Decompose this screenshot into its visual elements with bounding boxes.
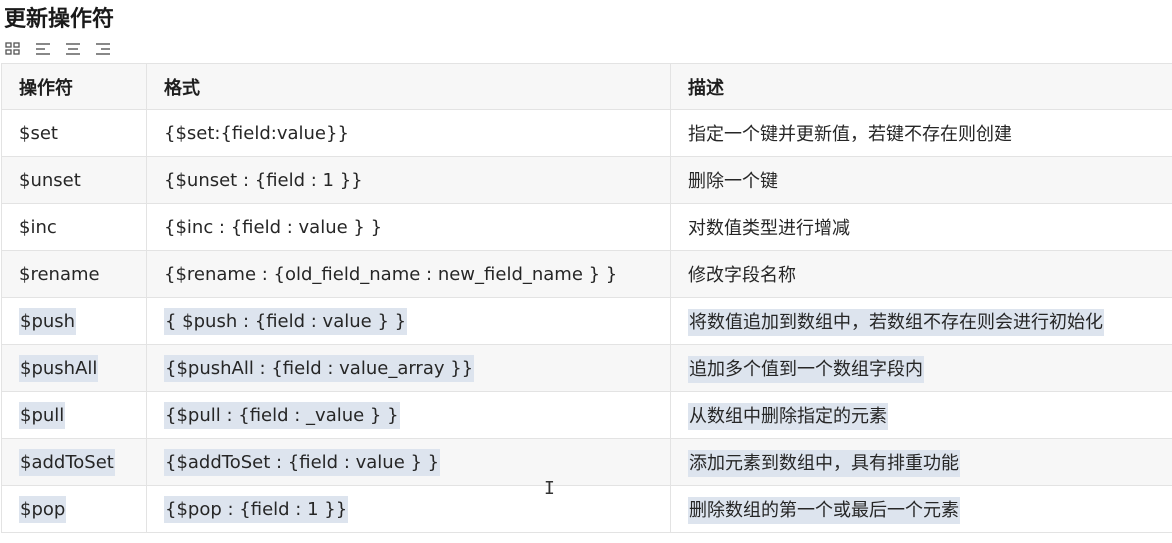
table-row: $pull {$pull : {field : _value } } 从数组中删除指…	[1, 391, 1172, 439]
format-cell-text: {$rename : {old_field_name : new_field_n…	[164, 263, 618, 285]
operator-cell-text: $pushAll	[19, 354, 99, 382]
operator-cell[interactable]: $pushAll	[1, 344, 147, 392]
operator-cell[interactable]: $unset	[1, 156, 147, 204]
operator-cell-text: $rename	[19, 263, 100, 285]
operator-cell[interactable]: $set	[1, 109, 147, 157]
description-cell[interactable]: 指定一个键并更新值，若键不存在则创建	[670, 109, 1172, 157]
description-cell[interactable]: 对数值类型进行增减	[670, 203, 1172, 251]
header-description: 描述	[670, 63, 1172, 110]
format-cell[interactable]: {$unset : {field : 1 }}	[146, 156, 671, 204]
description-cell[interactable]: 追加多个值到一个数组字段内	[670, 344, 1172, 392]
table-row: $unset {$unset : {field : 1 }} 删除一个键	[1, 156, 1172, 204]
description-cell[interactable]: 删除一个键	[670, 156, 1172, 204]
description-cell[interactable]: 从数组中删除指定的元素	[670, 391, 1172, 439]
align-right-icon[interactable]	[94, 41, 112, 57]
table-row: $pop {$pop : {field : 1 }} 删除数组的第一个或最后一个元素	[1, 485, 1172, 533]
header-format: 格式	[146, 63, 671, 110]
operator-cell-text: $pull	[19, 401, 66, 429]
operator-cell-text: $set	[19, 122, 58, 144]
description-cell-text: 追加多个值到一个数组字段内	[688, 356, 924, 383]
format-cell[interactable]: {$pushAll : {field : value_array }}	[146, 344, 671, 392]
page-title: 更新操作符	[4, 7, 115, 32]
operators-table: 操作符 格式 描述 $set {$set:{field:value}} 指定一个键并…	[1, 63, 1172, 533]
table-row: $rename {$rename : {old_field_name : new_…	[1, 250, 1172, 298]
operator-cell[interactable]: $push	[1, 297, 147, 345]
table-row: $set {$set:{field:value}} 指定一个键并更新值，若键不存在则…	[1, 109, 1172, 157]
description-cell[interactable]: 删除数组的第一个或最后一个元素	[670, 485, 1172, 533]
format-cell-text: {$addToSet : {field : value } }	[164, 448, 441, 476]
format-cell-text: { $push : {field : value } }	[164, 307, 408, 335]
align-left-icon[interactable]	[34, 41, 52, 57]
table-body: $set {$set:{field:value}} 指定一个键并更新值，若键不存在则…	[1, 109, 1172, 533]
description-cell-text: 指定一个键并更新值，若键不存在则创建	[688, 124, 1012, 145]
operator-cell-text: $unset	[19, 169, 81, 191]
description-cell[interactable]: 添加元素到数组中，具有排重功能	[670, 438, 1172, 486]
operator-cell-text: $push	[19, 307, 77, 335]
description-cell-text: 对数值类型进行增减	[688, 218, 850, 239]
operator-cell[interactable]: $addToSet	[1, 438, 147, 486]
table-header-row: 操作符 格式 描述	[1, 63, 1172, 110]
format-cell[interactable]: {$set:{field:value}}	[146, 109, 671, 157]
description-cell-text: 删除一个键	[688, 171, 778, 192]
format-cell-text: {$pushAll : {field : value_array }}	[164, 354, 475, 382]
format-cell-text: {$inc : {field : value } }	[164, 216, 383, 238]
format-cell[interactable]: {$inc : {field : value } }	[146, 203, 671, 251]
format-cell[interactable]: {$addToSet : {field : value } }	[146, 438, 671, 486]
format-cell[interactable]: {$pull : {field : _value } }	[146, 391, 671, 439]
table-row: $inc {$inc : {field : value } } 对数值类型进行增减	[1, 203, 1172, 251]
operator-cell[interactable]: $pull	[1, 391, 147, 439]
description-cell[interactable]: 将数值追加到数组中，若数组不存在则会进行初始化	[670, 297, 1172, 345]
operator-cell-text: $addToSet	[19, 448, 115, 476]
table-row: $pushAll {$pushAll : {field : value_array…	[1, 344, 1172, 392]
description-cell-text: 添加元素到数组中，具有排重功能	[688, 450, 960, 477]
operator-cell[interactable]: $rename	[1, 250, 147, 298]
operator-cell[interactable]: $pop	[1, 485, 147, 533]
header-operator: 操作符	[1, 63, 147, 110]
format-cell[interactable]: {$rename : {old_field_name : new_field_n…	[146, 250, 671, 298]
align-center-icon[interactable]	[64, 41, 82, 57]
description-cell-text: 将数值追加到数组中，若数组不存在则会进行初始化	[688, 309, 1104, 336]
format-cell-text: {$pop : {field : 1 }}	[164, 495, 349, 523]
table-row: $push { $push : {field : value } } 将数值追加到数…	[1, 297, 1172, 345]
table-toolbar	[4, 40, 112, 58]
operator-cell-text: $pop	[19, 495, 67, 523]
operator-cell[interactable]: $inc	[1, 203, 147, 251]
format-cell[interactable]: { $push : {field : value } }	[146, 297, 671, 345]
description-cell[interactable]: 修改字段名称	[670, 250, 1172, 298]
format-cell-text: {$set:{field:value}}	[164, 122, 349, 144]
description-cell-text: 从数组中删除指定的元素	[688, 403, 888, 430]
description-cell-text: 修改字段名称	[688, 265, 796, 286]
grid-icon[interactable]	[4, 41, 22, 57]
operator-cell-text: $inc	[19, 216, 57, 238]
description-cell-text: 删除数组的第一个或最后一个元素	[688, 497, 960, 524]
format-cell-text: {$unset : {field : 1 }}	[164, 169, 363, 191]
table-row: $addToSet {$addToSet : {field : value } }…	[1, 438, 1172, 486]
format-cell-text: {$pull : {field : _value } }	[164, 401, 400, 429]
format-cell[interactable]: {$pop : {field : 1 }}	[146, 485, 671, 533]
text-cursor-icon: I	[544, 478, 555, 499]
